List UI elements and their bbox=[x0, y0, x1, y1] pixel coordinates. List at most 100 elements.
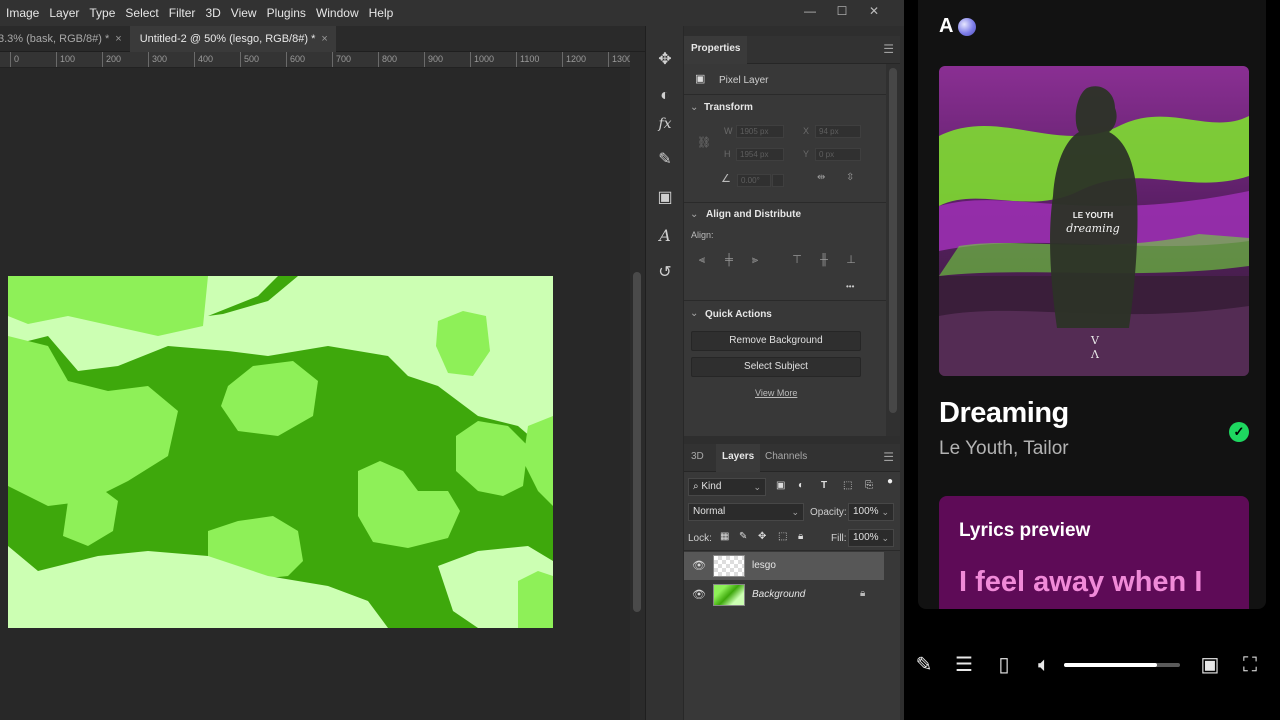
menu-plugins[interactable]: Plugins bbox=[262, 0, 311, 26]
libraries-icon[interactable]: ▣ bbox=[652, 184, 678, 210]
album-cover[interactable]: LE YOUTH dreaming V Λ bbox=[939, 66, 1249, 376]
adjustments-icon[interactable]: ◐ bbox=[652, 83, 678, 109]
scrollbar-thumb[interactable] bbox=[889, 68, 897, 413]
menu-type[interactable]: Type bbox=[84, 0, 120, 26]
ruler-tick: 500 bbox=[240, 52, 259, 67]
lock-artboard-icon[interactable]: ⬚ bbox=[778, 531, 787, 542]
align-right-icon[interactable]: ⫸ bbox=[748, 254, 762, 266]
queue-icon[interactable]: ☰ bbox=[952, 653, 976, 677]
lock-all-icon[interactable]: 🔒︎ bbox=[798, 531, 803, 542]
flip-horizontal-icon[interactable]: ⇹ bbox=[817, 172, 825, 183]
saved-check-icon[interactable]: ✓ bbox=[1229, 422, 1249, 442]
align-center-h-icon[interactable]: ╪ bbox=[722, 254, 736, 266]
lock-pixels-icon[interactable]: ✎ bbox=[739, 531, 747, 542]
microphone-icon[interactable]: ✎ bbox=[912, 653, 936, 677]
volume-slider[interactable] bbox=[1064, 663, 1180, 667]
tab-layers[interactable]: Layers bbox=[716, 444, 761, 472]
filter-adjustment-icon[interactable]: ◐ bbox=[798, 480, 804, 491]
layers-panel: ⌕ Kind ⌄ ▣ ◐ T ⬚ ⎘ ● Normal ⌄ Opacity: 100… bbox=[684, 472, 900, 720]
menu-3d[interactable]: 3D bbox=[200, 0, 225, 26]
tab-properties[interactable]: Properties bbox=[684, 36, 748, 64]
link-icon[interactable]: ⛓ bbox=[697, 136, 711, 149]
transform-heading[interactable]: Transform bbox=[704, 102, 753, 113]
tab-3d[interactable]: 3D bbox=[691, 444, 704, 472]
filter-kind-select[interactable]: ⌕ Kind ⌄ bbox=[688, 478, 766, 496]
layer-name[interactable]: Background bbox=[752, 589, 805, 600]
doc-tab-bask[interactable]: 3.3% (bask, RGB/8#) * × bbox=[0, 26, 130, 52]
styles-fx-icon[interactable]: fx bbox=[652, 111, 678, 137]
eye-icon[interactable]: 👁︎ bbox=[692, 559, 706, 572]
flip-vertical-icon[interactable]: ⇳ bbox=[846, 172, 854, 183]
brush-icon[interactable]: ✎ bbox=[652, 146, 678, 172]
properties-scrollbar[interactable] bbox=[886, 64, 900, 436]
width-field[interactable]: 1905 px bbox=[736, 125, 784, 138]
view-more-link[interactable]: View More bbox=[755, 388, 797, 398]
chevron-down-icon[interactable]: ⌄ bbox=[690, 308, 698, 319]
filter-shape-icon[interactable]: ⬚ bbox=[843, 480, 852, 491]
close-icon[interactable]: × bbox=[115, 26, 121, 52]
canvas-vertical-scrollbar[interactable] bbox=[630, 52, 645, 720]
history-icon[interactable]: ↺ bbox=[652, 259, 678, 285]
doc-tab-untitled-2[interactable]: Untitled-2 @ 50% (lesgo, RGB/8#) * × bbox=[129, 26, 336, 52]
chevron-down-icon[interactable]: ⌄ bbox=[690, 209, 698, 220]
tab-channels[interactable]: Channels bbox=[765, 444, 807, 472]
menu-select[interactable]: Select bbox=[120, 0, 163, 26]
angle-field[interactable]: 0.00° bbox=[737, 174, 771, 187]
canvas-artwork[interactable] bbox=[8, 276, 553, 628]
filter-pixel-icon[interactable]: ▣ bbox=[776, 480, 785, 491]
align-top-icon[interactable]: ⊤ bbox=[790, 254, 804, 266]
select-subject-button[interactable]: Select Subject bbox=[691, 357, 861, 377]
menu-image[interactable]: Image bbox=[0, 0, 44, 26]
lock-position-icon[interactable]: ✥ bbox=[758, 531, 766, 542]
divider bbox=[684, 94, 886, 95]
menu-layer[interactable]: Layer bbox=[44, 0, 84, 26]
blend-mode-select[interactable]: Normal ⌄ bbox=[688, 503, 804, 521]
fill-field[interactable]: 100% ⌄ bbox=[848, 529, 894, 547]
height-field[interactable]: 1954 px bbox=[736, 148, 784, 161]
app-logo: A bbox=[939, 15, 954, 37]
align-middle-v-icon[interactable]: ╫ bbox=[817, 254, 831, 266]
maximize-button[interactable]: ☐ bbox=[826, 0, 858, 22]
x-field[interactable]: 94 px bbox=[815, 125, 861, 138]
fullscreen-icon[interactable]: ⛶ bbox=[1238, 653, 1262, 677]
layer-thumbnail bbox=[713, 555, 745, 577]
miniplayer-icon[interactable]: ▣ bbox=[1198, 653, 1222, 677]
opacity-field[interactable]: 100% ⌄ bbox=[848, 503, 894, 521]
track-artist[interactable]: Le Youth, Tailor bbox=[939, 438, 1069, 460]
close-window-button[interactable]: ✕ bbox=[858, 0, 890, 22]
menu-window[interactable]: Window bbox=[311, 0, 364, 26]
menu-view[interactable]: View bbox=[226, 0, 262, 26]
layer-row-background[interactable]: 👁︎ Background 🔒︎ bbox=[684, 581, 884, 609]
angle-stepper[interactable] bbox=[772, 174, 784, 187]
close-icon[interactable]: × bbox=[321, 26, 327, 52]
learn-icon[interactable]: ✥ bbox=[652, 46, 678, 72]
scrollbar-thumb[interactable] bbox=[633, 272, 641, 612]
lock-transparent-icon[interactable]: ▦ bbox=[720, 531, 729, 542]
layer-name[interactable]: lesgo bbox=[752, 560, 776, 571]
chevron-down-icon: ⌄ bbox=[753, 482, 761, 492]
menu-filter[interactable]: Filter bbox=[164, 0, 201, 26]
filter-toggle-icon[interactable]: ● bbox=[887, 476, 893, 487]
filter-smart-object-icon[interactable]: ⎘ bbox=[865, 480, 873, 491]
eye-icon[interactable]: 👁︎ bbox=[692, 588, 706, 601]
connect-device-icon[interactable]: ▯ bbox=[992, 653, 1016, 677]
menu-help[interactable]: Help bbox=[364, 0, 399, 26]
layer-row-lesgo[interactable]: 👁︎ lesgo bbox=[684, 552, 884, 580]
remove-background-button[interactable]: Remove Background bbox=[691, 331, 861, 351]
volume-icon[interactable]: 🔈︎ bbox=[1032, 653, 1056, 677]
hamburger-menu-icon[interactable]: ☰ bbox=[883, 42, 894, 56]
quick-actions-heading[interactable]: Quick Actions bbox=[705, 309, 772, 320]
filter-type-icon[interactable]: T bbox=[821, 480, 827, 491]
lyrics-card[interactable]: Lyrics preview I feel away when I bbox=[939, 496, 1249, 609]
y-field[interactable]: 0 px bbox=[815, 148, 861, 161]
align-left-icon[interactable]: ⫷ bbox=[695, 254, 709, 266]
align-heading[interactable]: Align and Distribute bbox=[706, 209, 801, 220]
track-title[interactable]: Dreaming bbox=[939, 397, 1069, 430]
hamburger-menu-icon[interactable]: ☰ bbox=[883, 450, 894, 464]
align-bottom-icon[interactable]: ⊥ bbox=[844, 254, 858, 266]
doc-tab-label: Untitled-2 @ 50% (lesgo, RGB/8#) * bbox=[139, 33, 316, 45]
minimize-button[interactable]: — bbox=[794, 0, 826, 22]
more-options-icon[interactable]: ••• bbox=[846, 282, 854, 291]
chevron-down-icon[interactable]: ⌄ bbox=[690, 102, 698, 113]
character-icon[interactable]: A bbox=[652, 222, 678, 248]
